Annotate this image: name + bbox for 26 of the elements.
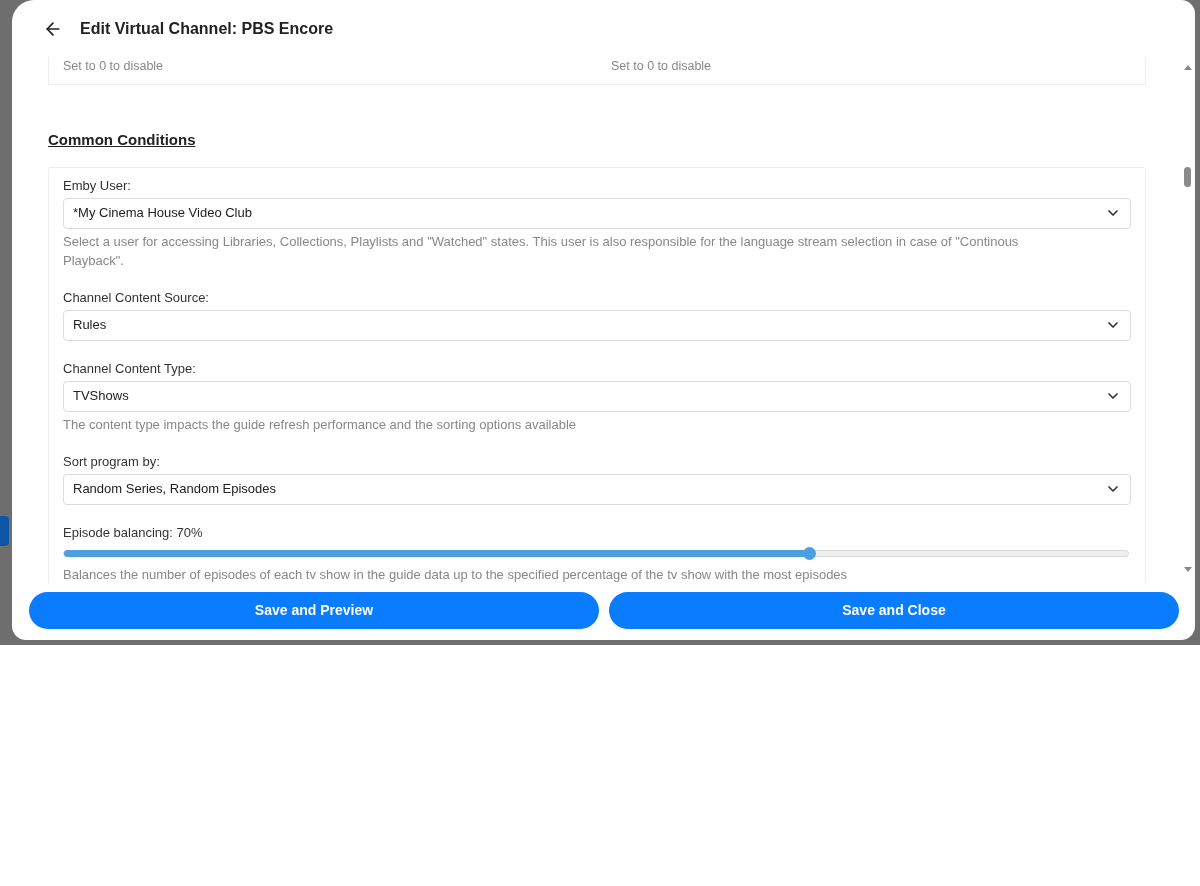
slider-thumb[interactable] (802, 546, 816, 560)
field-label: Emby User: (63, 177, 131, 194)
field-label: Episode balancing: 70% (63, 524, 203, 541)
scroll-up-icon[interactable] (1184, 65, 1192, 70)
select-value: TVShows (73, 387, 129, 406)
field-label: Channel Content Type: (63, 360, 196, 377)
select-value: Random Series, Random Episodes (73, 480, 277, 499)
field-hint: The content type impacts the guide refresh performance and the sorting options available (63, 415, 578, 434)
select-field[interactable]: *My Cinema House Video Club (63, 197, 1131, 229)
save-button[interactable]: Save and Close (609, 592, 1179, 629)
scrollbar-thumb[interactable] (1184, 167, 1191, 187)
select-value: *My Cinema House Video Club (73, 204, 252, 223)
field-label: Sort program by: (63, 453, 160, 470)
field-hint: Set to 0 to disable (63, 59, 164, 73)
scroll-down-icon[interactable] (1184, 567, 1192, 572)
field-label: Channel Content Source: (63, 289, 209, 306)
section-heading: Common Conditions (48, 130, 196, 150)
select-field[interactable]: TVShows (63, 380, 1131, 412)
select-field[interactable]: Rules (63, 309, 1131, 341)
save-button[interactable]: Save and Preview (29, 592, 599, 629)
field-hint: Balances the number of episodes of each tv show in the guide data up to the specified percentage of the tv show with the most episodes (63, 565, 849, 583)
field-hint: Select a user for accessing Libraries, Collections, Playlists and "Watched" states. This user is also responsible for the language stream selection in case of "Continous Playback". (63, 232, 1020, 270)
dialog-title: Edit Virtual Channel: PBS Encore (80, 18, 334, 39)
field-hint: Set to 0 to disable (611, 59, 712, 73)
select-field[interactable]: Random Series, Random Episodes (63, 473, 1131, 505)
select-value: Rules (73, 316, 107, 335)
